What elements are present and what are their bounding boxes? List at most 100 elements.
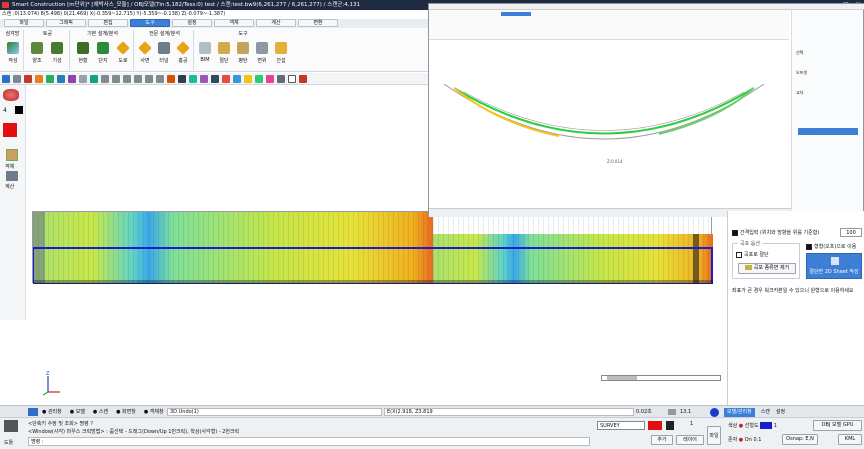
road-button[interactable]: 도로 [114,41,132,64]
marker-icon[interactable] [299,75,307,83]
measure-icon[interactable] [79,75,87,83]
osnap-button[interactable]: Osnap: E,N [782,434,818,445]
red-swatch[interactable] [3,123,17,137]
section-icon[interactable] [68,75,76,83]
menu-file[interactable]: 파일 [4,19,44,27]
menu-tools[interactable]: 도구 [130,19,170,27]
layer-icon[interactable] [57,75,65,83]
menu-edit[interactable]: 편집 [88,19,128,27]
terrain-icon [744,265,752,270]
slope-button[interactable]: 사면 [136,41,154,64]
mesh-icon[interactable] [255,75,263,83]
frame-icon[interactable] [277,75,285,83]
file-button[interactable]: 파일 [707,426,721,445]
wire-icon[interactable] [178,75,186,83]
tab-scan[interactable]: ● 스캔 [93,408,108,415]
left-tool-panel: 4 객체 계산 [0,85,26,320]
pan-icon[interactable] [145,75,153,83]
zoom-window-icon[interactable] [90,75,98,83]
black-swatch[interactable] [666,421,674,430]
select-icon[interactable] [24,75,32,83]
window-title: Smart Construction [m단위]* [예박사스_모듈] / OB… [12,2,361,8]
layers-icon[interactable] [668,409,676,415]
apply-2d-sheet-button[interactable]: 절단면 2D Sheet 작성 [806,253,862,279]
line-label: 선형도 [744,423,759,429]
paint-icon[interactable] [266,75,274,83]
menu-settings[interactable]: 설정 [172,19,212,27]
cloud-icon[interactable] [3,89,19,101]
command-input[interactable]: 명령 : [28,437,590,446]
earth-progress-button[interactable]: 기성 [48,42,66,64]
flood-button[interactable]: 홍공 [174,41,192,64]
grid-icon[interactable] [13,75,21,83]
displacement-button[interactable]: 변위 [253,42,271,64]
square-icon[interactable] [288,75,296,83]
tunnel-icon [158,42,170,54]
embedded-arc-view [443,83,765,140]
scan-heatmap-strip[interactable] [32,211,713,284]
rotate-icon[interactable] [156,75,164,83]
bim-button[interactable]: BIM [196,42,214,63]
tunnel-button[interactable]: 터널 [155,42,173,64]
layer-button[interactable]: 레이어 [676,435,704,445]
tab-object[interactable]: ● 객체창 [144,408,164,415]
edit-pencil-icon[interactable] [6,149,18,161]
earth-volume-button[interactable]: 양조 [28,42,46,64]
survey-select[interactable]: SURVEY [597,421,645,430]
point-icon[interactable] [244,75,252,83]
red-color-swatch[interactable] [648,421,662,430]
menu-object[interactable]: 객체 [214,19,254,27]
view-icon[interactable] [2,75,10,83]
cut-button[interactable]: 절단 [215,42,233,64]
cut-checkbox[interactable] [736,251,742,258]
obj-gpu-button[interactable]: OBJ 모델 GPU [813,420,862,431]
tab-model[interactable]: ● 모델 [70,408,85,415]
surface-icon[interactable] [46,75,54,83]
zoom-in-icon[interactable] [112,75,120,83]
kml-button[interactable]: KML [838,434,862,445]
line-color-swatch[interactable] [760,422,773,429]
color-swatch[interactable] [15,106,23,114]
menu-graphic[interactable]: 그래픽 [46,19,86,27]
tin-create-button[interactable]: 작성 [4,42,22,64]
model-icon[interactable] [35,75,43,83]
interval-checkbox[interactable] [732,229,738,236]
zoom-extent-icon[interactable] [134,75,142,83]
status-icon[interactable] [28,408,38,416]
light-icon[interactable] [233,75,241,83]
interference-button[interactable]: 간섭 [272,42,290,64]
horizontal-scrollbar[interactable] [601,375,721,381]
color-icon[interactable] [200,75,208,83]
dobang-label: 도툴 [4,440,14,446]
complex-button[interactable]: 단지 [94,42,112,64]
box-icon[interactable] [211,75,219,83]
keyboard-icon[interactable] [4,420,18,432]
interval-input[interactable]: 100 [840,228,862,237]
zoom-out-icon[interactable] [123,75,131,83]
status-button[interactable]: 현황 [74,42,92,64]
coordinate-status: E(X)2.918, Z3.819 [384,408,634,416]
tab-model-manager[interactable]: 모델/관리창 [724,408,755,417]
clip-icon[interactable] [222,75,230,83]
shade-icon[interactable] [189,75,197,83]
ribbon-group-earthwork: 토공 양조 기성 [26,30,70,70]
offset-checkbox[interactable] [806,243,812,250]
render-icon[interactable] [167,75,175,83]
menu-convert[interactable]: 변환 [298,19,338,27]
zoom-icon[interactable] [101,75,109,83]
menu-calc[interactable]: 계산 [256,19,296,27]
embedded-apply-button[interactable] [798,128,858,135]
globe-icon[interactable] [710,408,719,417]
ribbon: 삼각망 작성 토공 양조 기성 기본 설계/분석 현황 단지 도로 전문 설계/… [0,28,440,72]
tab-scan-right[interactable]: 스캔 [761,408,770,417]
tab-manager[interactable]: ● 관리창 [42,408,62,415]
tab-settings-right[interactable]: 설정 [776,408,785,417]
tab-screen[interactable]: ● 화면창 [116,408,136,415]
scan-heatmap [33,212,713,284]
calculator-icon[interactable] [6,171,18,181]
axis-gizmo-icon: Z [42,371,60,396]
remove-button[interactable]: 곡포 종류면 제거 [738,263,796,274]
add-button[interactable]: 추가 [651,435,673,445]
embedded-window[interactable]: Z:0.014 선택 오프셋 교차 단면 설정 [428,3,864,217]
flatten-button[interactable]: 평탄 [234,42,252,64]
